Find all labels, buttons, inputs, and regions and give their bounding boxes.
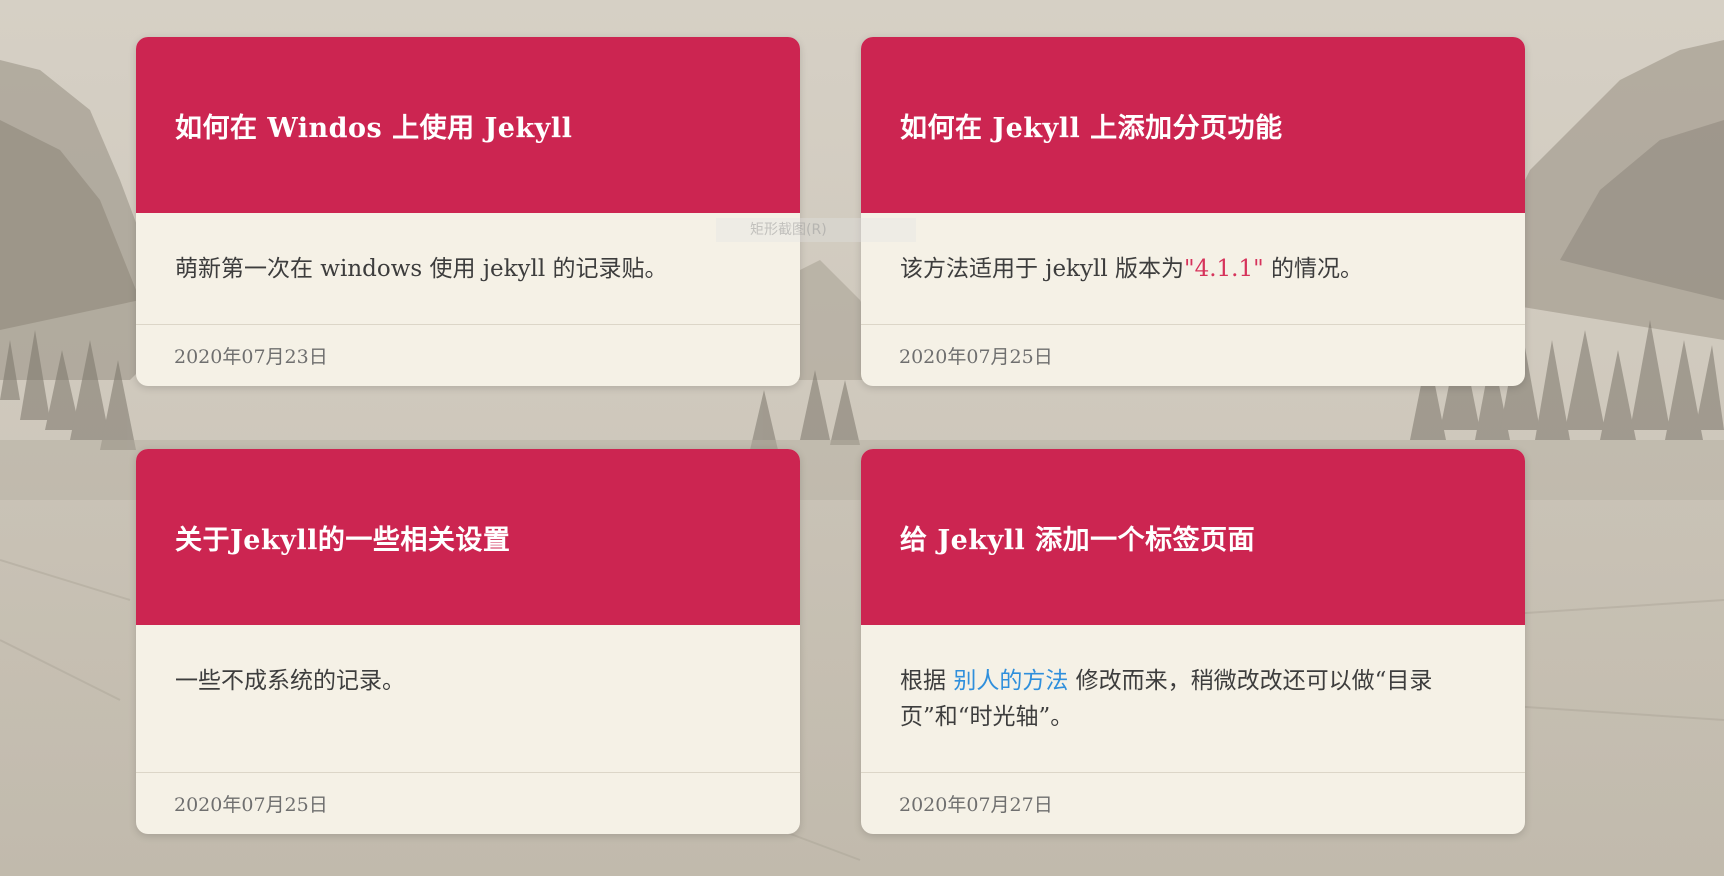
post-excerpt: 萌新第一次在 windows 使用 jekyll 的记录贴。: [136, 213, 800, 287]
post-card[interactable]: 给 Jekyll 添加一个标签页面 根据 别人的方法 修改而来，稍微改改还可以做…: [861, 449, 1525, 834]
version-code-string: "4.1.1": [1184, 256, 1264, 282]
post-date: 2020年07月25日: [861, 324, 1525, 386]
post-card[interactable]: 如何在 Windos 上使用 Jekyll 萌新第一次在 windows 使用 …: [136, 37, 800, 386]
ghost-tooltip-text: 矩形截图(R): [750, 222, 827, 238]
post-date: 2020年07月27日: [861, 772, 1525, 834]
post-date: 2020年07月23日: [136, 324, 800, 386]
post-excerpt-text-after: 的情况。: [1263, 256, 1364, 282]
post-title[interactable]: 关于Jekyll的一些相关设置: [175, 518, 510, 557]
post-excerpt: 该方法适用于 jekyll 版本为"4.1.1" 的情况。: [861, 213, 1525, 287]
post-date-text: 2020年07月25日: [174, 794, 328, 816]
post-title[interactable]: 如何在 Windos 上使用 Jekyll: [175, 106, 572, 145]
post-card-header[interactable]: 如何在 Jekyll 上添加分页功能: [861, 37, 1525, 213]
post-excerpt: 一些不成系统的记录。: [136, 625, 800, 699]
post-card-header[interactable]: 关于Jekyll的一些相关设置: [136, 449, 800, 625]
post-card[interactable]: 如何在 Jekyll 上添加分页功能 该方法适用于 jekyll 版本为"4.1…: [861, 37, 1525, 386]
post-date-text: 2020年07月27日: [899, 794, 1053, 816]
screenshot-tool-ghost-tooltip: 矩形截图(R): [716, 218, 916, 242]
post-date: 2020年07月25日: [136, 772, 800, 834]
reference-link[interactable]: 别人的方法: [953, 668, 1068, 694]
post-date-text: 2020年07月25日: [899, 346, 1053, 368]
post-excerpt-text-before: 根据: [900, 668, 954, 694]
post-date-text: 2020年07月23日: [174, 346, 328, 368]
post-excerpt-text: 一些不成系统的记录。: [175, 668, 405, 694]
post-excerpt-text-before: 该方法适用于 jekyll 版本为: [900, 256, 1185, 282]
post-excerpt: 根据 别人的方法 修改而来，稍微改改还可以做“目录页”和“时光轴”。: [861, 625, 1525, 735]
post-card-header[interactable]: 如何在 Windos 上使用 Jekyll: [136, 37, 800, 213]
post-title[interactable]: 给 Jekyll 添加一个标签页面: [900, 518, 1255, 557]
post-title[interactable]: 如何在 Jekyll 上添加分页功能: [900, 106, 1283, 145]
post-card-header[interactable]: 给 Jekyll 添加一个标签页面: [861, 449, 1525, 625]
post-card[interactable]: 关于Jekyll的一些相关设置 一些不成系统的记录。 2020年07月25日: [136, 449, 800, 834]
post-excerpt-text: 萌新第一次在 windows 使用 jekyll 的记录贴。: [175, 256, 668, 282]
